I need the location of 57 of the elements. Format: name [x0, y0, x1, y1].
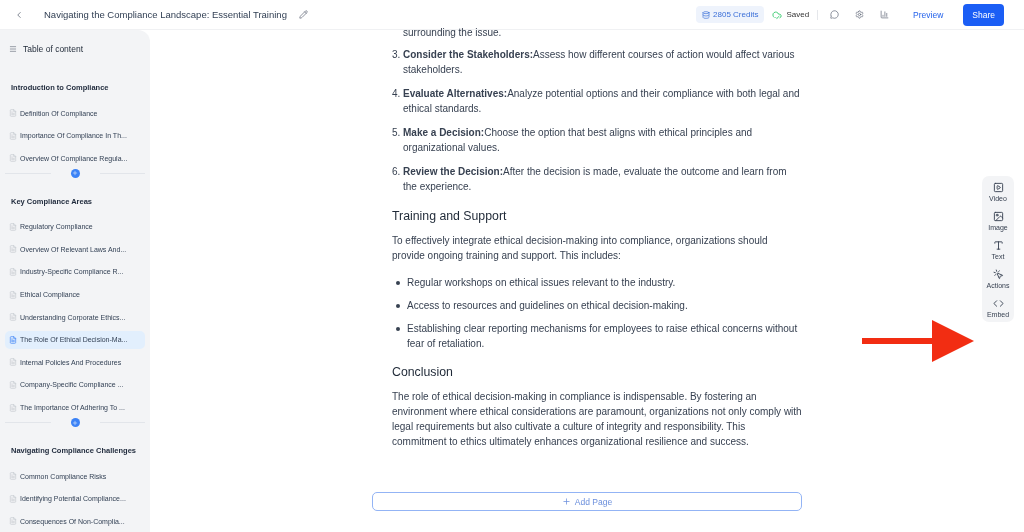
list-item-text: Evaluate Alternatives:Analyze potential options and their compliance with both legal and ethical standards.	[403, 87, 801, 116]
paragraph: surrounding the issue.	[403, 26, 502, 39]
comment-button[interactable]	[830, 10, 840, 19]
document-icon	[9, 222, 17, 231]
document-title: Navigating the Compliance Landscape: Essential Training	[44, 9, 287, 20]
bullet-text: Access to resources and guidelines on ethical decision-making.	[407, 299, 688, 313]
document-icon	[9, 380, 17, 389]
cloud-check-icon	[772, 9, 783, 20]
pointer-icon	[992, 269, 1004, 280]
image-icon	[992, 211, 1004, 222]
save-status: Saved	[772, 9, 819, 20]
bullet-text: Establishing clear reporting mechanisms for employees to raise ethical concerns without fear of retaliation.	[407, 322, 799, 351]
settings-button[interactable]	[855, 10, 865, 19]
bullet-icon	[396, 304, 400, 308]
code-icon	[992, 298, 1004, 309]
video-icon	[992, 182, 1004, 193]
coins-icon	[702, 10, 711, 19]
add-section-button[interactable]	[70, 168, 80, 178]
bullet-icon	[396, 281, 400, 285]
document-icon	[9, 358, 17, 367]
share-button[interactable]: Share	[963, 3, 1004, 26]
credits-badge: 2805 Credits	[696, 6, 765, 23]
list-item-text: Make a Decision:Choose the option that best aligns with ethical principles and organizational values.	[403, 126, 754, 155]
bullet-text: Regular workshops on ethical issues relevant to the industry.	[407, 276, 676, 290]
sidebar-title: Table of content	[23, 44, 83, 54]
plus-icon	[561, 497, 571, 506]
edit-title-button[interactable]	[298, 10, 308, 19]
list-number: 6.	[392, 165, 402, 179]
section-heading: Training and Support	[392, 209, 508, 224]
list-number: 5.	[392, 126, 402, 140]
document-icon	[9, 517, 17, 526]
text-icon	[992, 240, 1004, 251]
list-number: 3.	[392, 48, 402, 62]
document-icon	[9, 313, 17, 322]
add-page-button[interactable]: Add Page	[372, 492, 802, 511]
paragraph: To effectively integrate ethical decision-making into compliance, organizations should provide ongoing training and support. This includes:	[392, 234, 769, 263]
document-icon	[9, 403, 17, 412]
document-icon	[9, 267, 17, 276]
menu-icon[interactable]	[9, 45, 17, 53]
document-icon	[9, 109, 17, 117]
document-icon	[9, 472, 17, 481]
section-heading: Conclusion	[392, 365, 454, 380]
back-button[interactable]	[14, 9, 24, 20]
list-number: 4.	[392, 87, 402, 101]
document-icon	[9, 131, 17, 140]
bullet-icon	[396, 327, 400, 331]
add-section-button[interactable]	[70, 418, 80, 428]
chart-button[interactable]	[880, 10, 890, 19]
document-icon	[9, 335, 17, 344]
document-icon	[9, 154, 17, 163]
list-item-text: Consider the Stakeholders:Assess how different courses of action would affect various stakeholders.	[403, 48, 796, 77]
paragraph: The role of ethical decision-making in compliance is indispensable. By fostering an environment where ethical considerations are paramount, organizations not only comply with legal requirements but also cultivate a culture of integrity and responsibility. This commitment to ethics ultimately enhances organizational resilience and success.	[392, 390, 802, 449]
document-icon	[9, 290, 17, 299]
preview-button[interactable]: Preview	[907, 8, 950, 21]
list-item-text: Review the Decision:After the decision is made, evaluate the outcome and learn from the experience.	[403, 165, 788, 194]
document-icon	[9, 494, 17, 503]
document-icon	[9, 245, 17, 254]
